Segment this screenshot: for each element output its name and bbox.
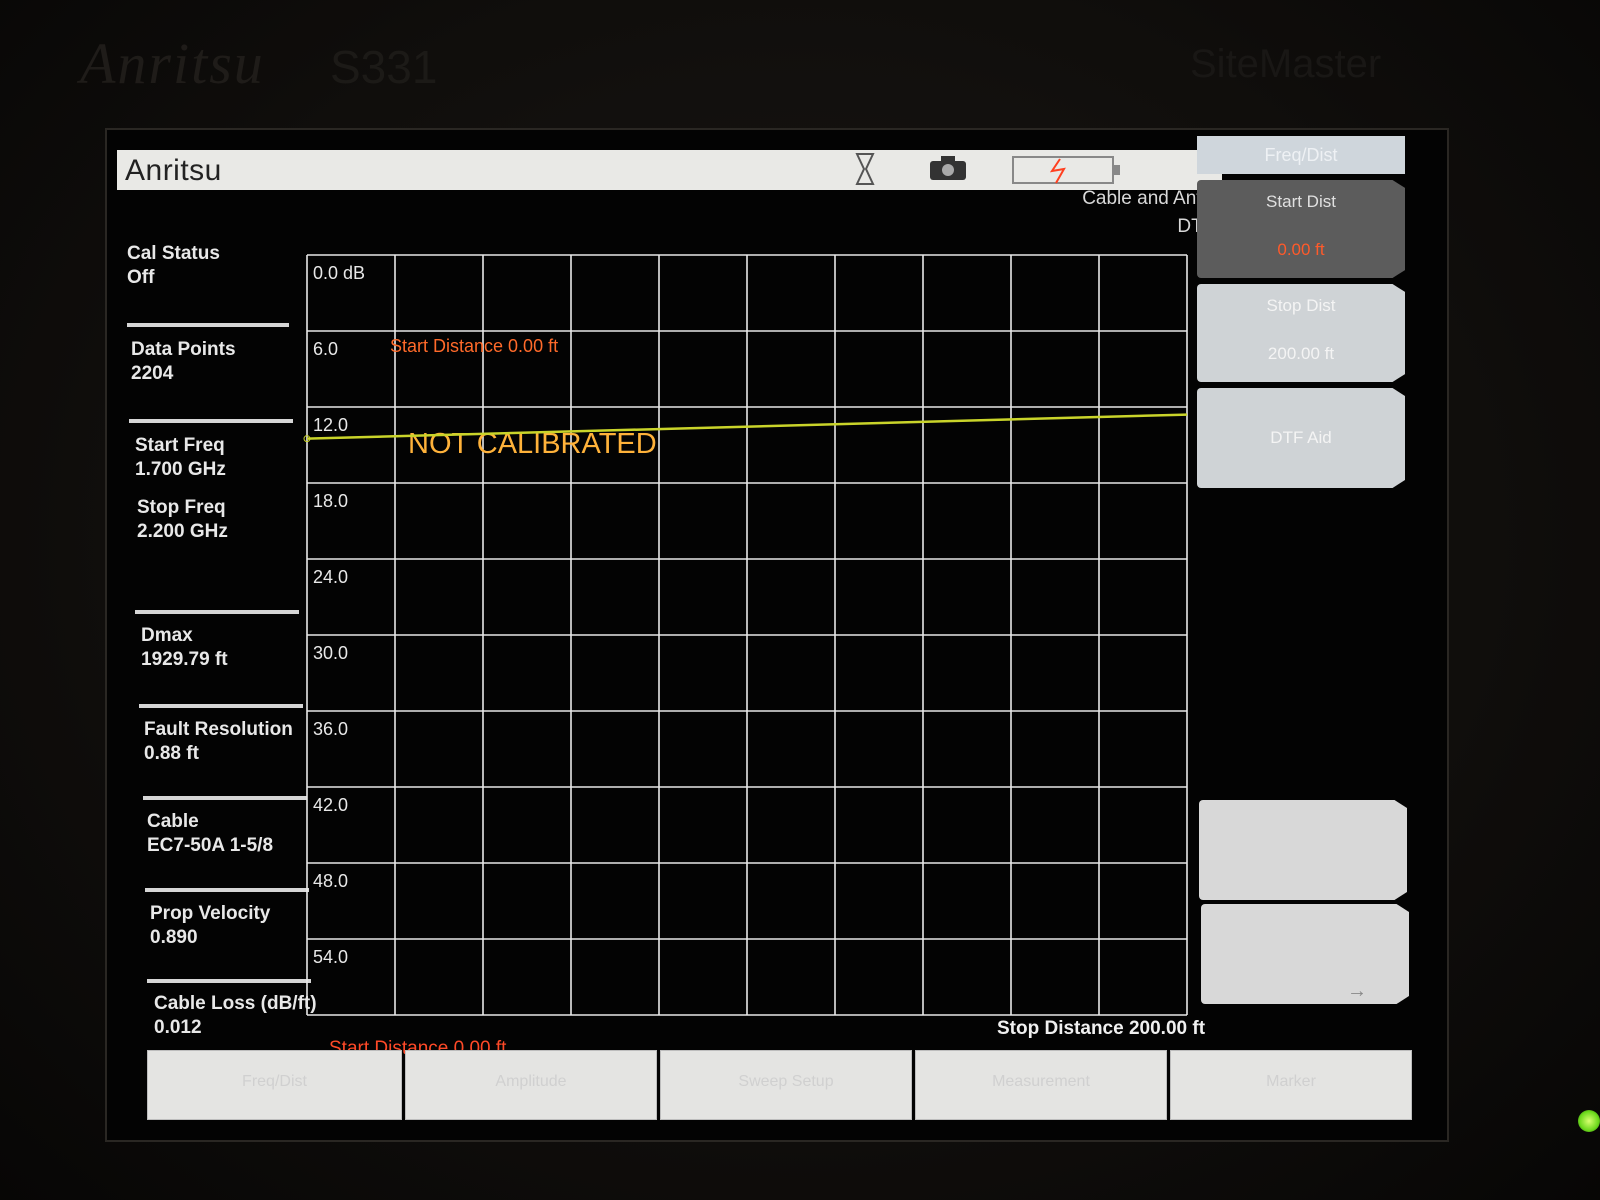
fault-resolution-block: Fault Resolution 0.88 ft [144,718,324,766]
cal-status-block: Cal Status Off [127,242,302,290]
stop-freq-block: Stop Freq 2.200 GHz [137,496,312,544]
menu-measurement[interactable]: Measurement [915,1050,1167,1120]
graph-grid [306,254,1188,1016]
fault-resolution-label: Fault Resolution [144,719,293,740]
softkey-title: Start Dist [1266,192,1336,211]
dtf-aid-softkey[interactable]: DTF Aid [1197,388,1405,488]
start-freq-block: Start Freq 1.700 GHz [135,434,310,482]
divider [147,979,311,983]
softkey-menu-title: Freq/Dist [1197,136,1405,174]
stop-distance-readout: Stop Distance 200.00 ft [997,1018,1206,1039]
divider [139,704,303,708]
y-tick-label: 0.0 dB [313,263,365,283]
anritsu-logo: Anritsu [125,154,222,187]
divider [129,419,293,423]
stop-freq-value: 2.200 GHz [137,521,228,542]
dmax-value: 1929.79 ft [141,649,228,670]
dmax-label: Dmax [141,625,193,646]
y-tick-label: 48.0 [313,871,348,891]
y-tick-label: 42.0 [313,795,348,815]
y-tick-label: 36.0 [313,719,348,739]
cal-status-label: Cal Status [127,243,220,264]
dtf-return-loss-graph[interactable]: 0.0 dB 6.0 12.0 18.0 24.0 30.0 36.0 42.0… [302,250,1197,1025]
menu-amplitude[interactable]: Amplitude [405,1050,657,1120]
divider [135,610,299,614]
cal-status-value: Off [127,267,155,288]
y-tick-label: 12.0 [313,415,348,435]
hourglass-icon [855,153,875,185]
divider [145,888,309,892]
dmax-block: Dmax 1929.79 ft [141,624,316,672]
case-model-label: S331 [330,41,438,93]
battery-icon [1012,156,1120,184]
power-led-icon [1578,1110,1600,1132]
data-points-block: Data Points 2204 [131,338,306,386]
start-dist-softkey[interactable]: Start Dist 0.00 ft [1197,180,1405,278]
softkey-value: 0.00 ft [1277,240,1325,259]
y-axis-ticks: 0.0 dB 6.0 12.0 18.0 24.0 30.0 36.0 42.0… [313,263,365,967]
cable-block: Cable EC7-50A 1-5/8 [147,810,327,858]
start-distance-marker-label: Start Distance 0.00 ft [390,336,558,356]
case-product-label: SiteMaster [1190,42,1382,86]
blank-softkey[interactable] [1201,904,1409,1004]
cable-label: Cable [147,811,199,832]
softkey-title: DTF Aid [1270,428,1332,447]
start-freq-value: 1.700 GHz [135,459,226,480]
fault-resolution-value: 0.88 ft [144,743,199,764]
data-points-value: 2204 [131,363,174,384]
menu-sweep-setup[interactable]: Sweep Setup [660,1050,912,1120]
instrument-screen: Anritsu Cable and Antenna Analyzer DTF R… [105,128,1449,1142]
stop-dist-softkey[interactable]: Stop Dist 200.00 ft [1197,284,1405,382]
softkey-value: 200.00 ft [1267,344,1335,363]
blank-softkey[interactable] [1199,800,1407,900]
softkey-title: Stop Dist [1266,296,1336,315]
menu-marker[interactable]: Marker [1170,1050,1412,1120]
start-freq-label: Start Freq [135,435,225,456]
more-arrow-icon[interactable]: → [1347,980,1367,1003]
y-tick-label: 54.0 [313,947,348,967]
stop-freq-label: Stop Freq [137,497,226,518]
y-tick-label: 6.0 [313,339,338,359]
divider [127,323,289,327]
top-status-bar: Anritsu [117,150,1222,190]
case-brand-logo: Anritsu [80,31,265,96]
camera-icon[interactable] [929,155,967,181]
main-menu-bar: Freq/Dist Amplitude Sweep Setup Measurem… [147,1050,1412,1120]
y-tick-label: 30.0 [313,643,348,663]
y-tick-label: 24.0 [313,567,348,587]
divider [143,796,307,800]
y-tick-label: 18.0 [313,491,348,511]
data-points-label: Data Points [131,339,236,360]
cable-value: EC7-50A 1-5/8 [147,835,274,856]
menu-freq-dist[interactable]: Freq/Dist [147,1050,402,1120]
